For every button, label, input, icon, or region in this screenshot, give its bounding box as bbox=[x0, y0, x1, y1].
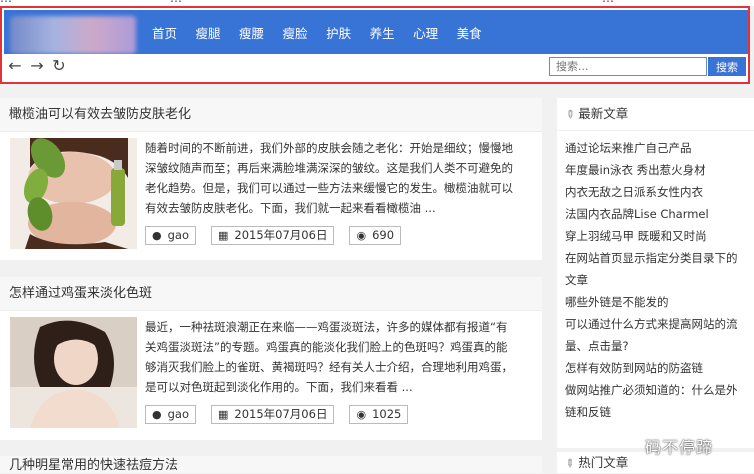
strip-text: … bbox=[602, 0, 614, 5]
forward-arrow-icon[interactable]: → bbox=[28, 57, 46, 75]
sidebar-link[interactable]: 哪些外链是不能发的 bbox=[565, 291, 746, 313]
woman-with-leaves-image bbox=[10, 138, 137, 249]
woman-portrait-image bbox=[10, 317, 137, 428]
article-card: 几种明星常用的快速祛痘方法 bbox=[0, 456, 542, 473]
sidebar-link[interactable]: 可以通过什么方式来提高网站的流量、点击量? bbox=[565, 313, 746, 357]
article-card: 橄榄油可以有效去皱防皮肤老化 随着时间的不断前进，我们外部的皮肤会随之老化：开始… bbox=[0, 98, 542, 260]
article-title[interactable]: 怎样通过鸡蛋来淡化色斑 bbox=[0, 277, 542, 311]
sidebar-link[interactable]: 穿上羽绒马甲 既暖和又时尚 bbox=[565, 225, 746, 247]
eye-icon: ◉ bbox=[356, 408, 367, 421]
views-tag: ◉ 1025 bbox=[349, 405, 409, 424]
sidebar-link[interactable]: 怎样有效防到网站的防盗链 bbox=[565, 357, 746, 379]
nav-item-face[interactable]: 瘦脸 bbox=[283, 23, 308, 42]
sidebar-link[interactable]: 做网站推广必须知道的：什么是外链和反链 bbox=[565, 379, 746, 423]
search-button[interactable]: 搜索 bbox=[708, 57, 746, 76]
article-title[interactable]: 几种明星常用的快速祛痘方法 bbox=[0, 456, 542, 473]
article-title[interactable]: 橄榄油可以有效去皱防皮肤老化 bbox=[0, 98, 542, 132]
nav-item-home[interactable]: 首页 bbox=[152, 23, 177, 42]
sidebar-latest-articles: ✎最新文章 通过论坛来推广自己产品 年度最in泳衣 秀出惹火身材 内衣无敌之日派… bbox=[557, 98, 754, 448]
strip-text: … bbox=[0, 0, 12, 5]
browser-toolbar: ← → ↻ 搜索 bbox=[4, 54, 748, 82]
widget-title: ✎最新文章 bbox=[557, 98, 754, 131]
view-count: 690 bbox=[372, 228, 395, 242]
watermark-text: 码不停蹄 bbox=[645, 438, 714, 457]
article-card: 怎样通过鸡蛋来淡化色斑 最近，一种祛斑浪潮正在来临——鸡蛋淡斑法，许多的媒体都有… bbox=[0, 277, 542, 440]
nav-item-legs[interactable]: 瘦腿 bbox=[196, 23, 221, 42]
date-tag: ▦ 2015年07月06日 bbox=[211, 226, 335, 245]
calendar-icon: ▦ bbox=[218, 229, 229, 242]
nav-item-waist[interactable]: 瘦腰 bbox=[239, 23, 264, 42]
search-input[interactable] bbox=[549, 57, 707, 76]
publish-date: 2015年07月06日 bbox=[234, 407, 328, 421]
nav-item-skincare[interactable]: 护肤 bbox=[326, 23, 351, 42]
article-meta: ● gao ▦ 2015年07月06日 ◉ 690 bbox=[145, 226, 416, 245]
author-name: gao bbox=[167, 407, 189, 421]
sidebar-link[interactable]: 年度最in泳衣 秀出惹火身材 bbox=[565, 159, 746, 181]
sidebar-link[interactable]: 在网站首页显示指定分类目录下的文章 bbox=[565, 247, 746, 291]
main-navbar: 首页 瘦腿 瘦腰 瘦脸 护肤 养生 心理 美食 bbox=[4, 10, 748, 54]
nav-menu: 首页 瘦腿 瘦腰 瘦脸 护肤 养生 心理 美食 bbox=[152, 10, 500, 54]
user-icon: ● bbox=[152, 408, 162, 421]
views-tag: ◉ 690 bbox=[349, 226, 402, 245]
nav-item-psychology[interactable]: 心理 bbox=[413, 23, 438, 42]
view-count: 1025 bbox=[372, 407, 402, 421]
user-icon: ● bbox=[152, 229, 162, 242]
date-tag: ▦ 2015年07月06日 bbox=[211, 405, 335, 424]
article-thumbnail[interactable] bbox=[10, 317, 137, 428]
highlighted-header: 首页 瘦腿 瘦腰 瘦脸 护肤 养生 心理 美食 ← → ↻ 搜索 bbox=[0, 6, 750, 84]
sidebar-link[interactable]: 法国内衣品牌Lise Charmel bbox=[565, 203, 746, 225]
nav-item-health[interactable]: 养生 bbox=[370, 23, 395, 42]
latest-links-list: 通过论坛来推广自己产品 年度最in泳衣 秀出惹火身材 内衣无敌之日派系女性内衣 … bbox=[557, 131, 754, 423]
author-tag[interactable]: ● gao bbox=[145, 405, 196, 424]
article-excerpt: 随着时间的不断前进，我们外部的皮肤会随之老化：开始是细纹；慢慢地深皱纹随声而至；… bbox=[145, 141, 513, 215]
site-logo[interactable] bbox=[10, 16, 136, 54]
nav-item-food[interactable]: 美食 bbox=[457, 23, 482, 42]
author-tag[interactable]: ● gao bbox=[145, 226, 196, 245]
eye-icon: ◉ bbox=[356, 229, 367, 242]
hot-title: 热门文章 bbox=[578, 455, 629, 470]
refresh-icon[interactable]: ↻ bbox=[50, 57, 68, 75]
article-meta: ● gao ▦ 2015年07月06日 ◉ 1025 bbox=[145, 405, 423, 424]
back-arrow-icon[interactable]: ← bbox=[6, 57, 24, 75]
strip-text: … bbox=[170, 0, 182, 5]
sidebar-link[interactable]: 内衣无敌之日派系女性内衣 bbox=[565, 181, 746, 203]
sidebar-link[interactable]: 通过论坛来推广自己产品 bbox=[565, 137, 746, 159]
latest-title: 最新文章 bbox=[578, 106, 629, 121]
article-thumbnail[interactable] bbox=[10, 138, 137, 249]
author-name: gao bbox=[167, 228, 189, 242]
publish-date: 2015年07月06日 bbox=[234, 228, 328, 242]
calendar-icon: ▦ bbox=[218, 408, 229, 421]
article-excerpt: 最近，一种祛斑浪潮正在来临——鸡蛋淡斑法，许多的媒体都有报道“有关鸡蛋淡斑法”的… bbox=[145, 320, 513, 394]
